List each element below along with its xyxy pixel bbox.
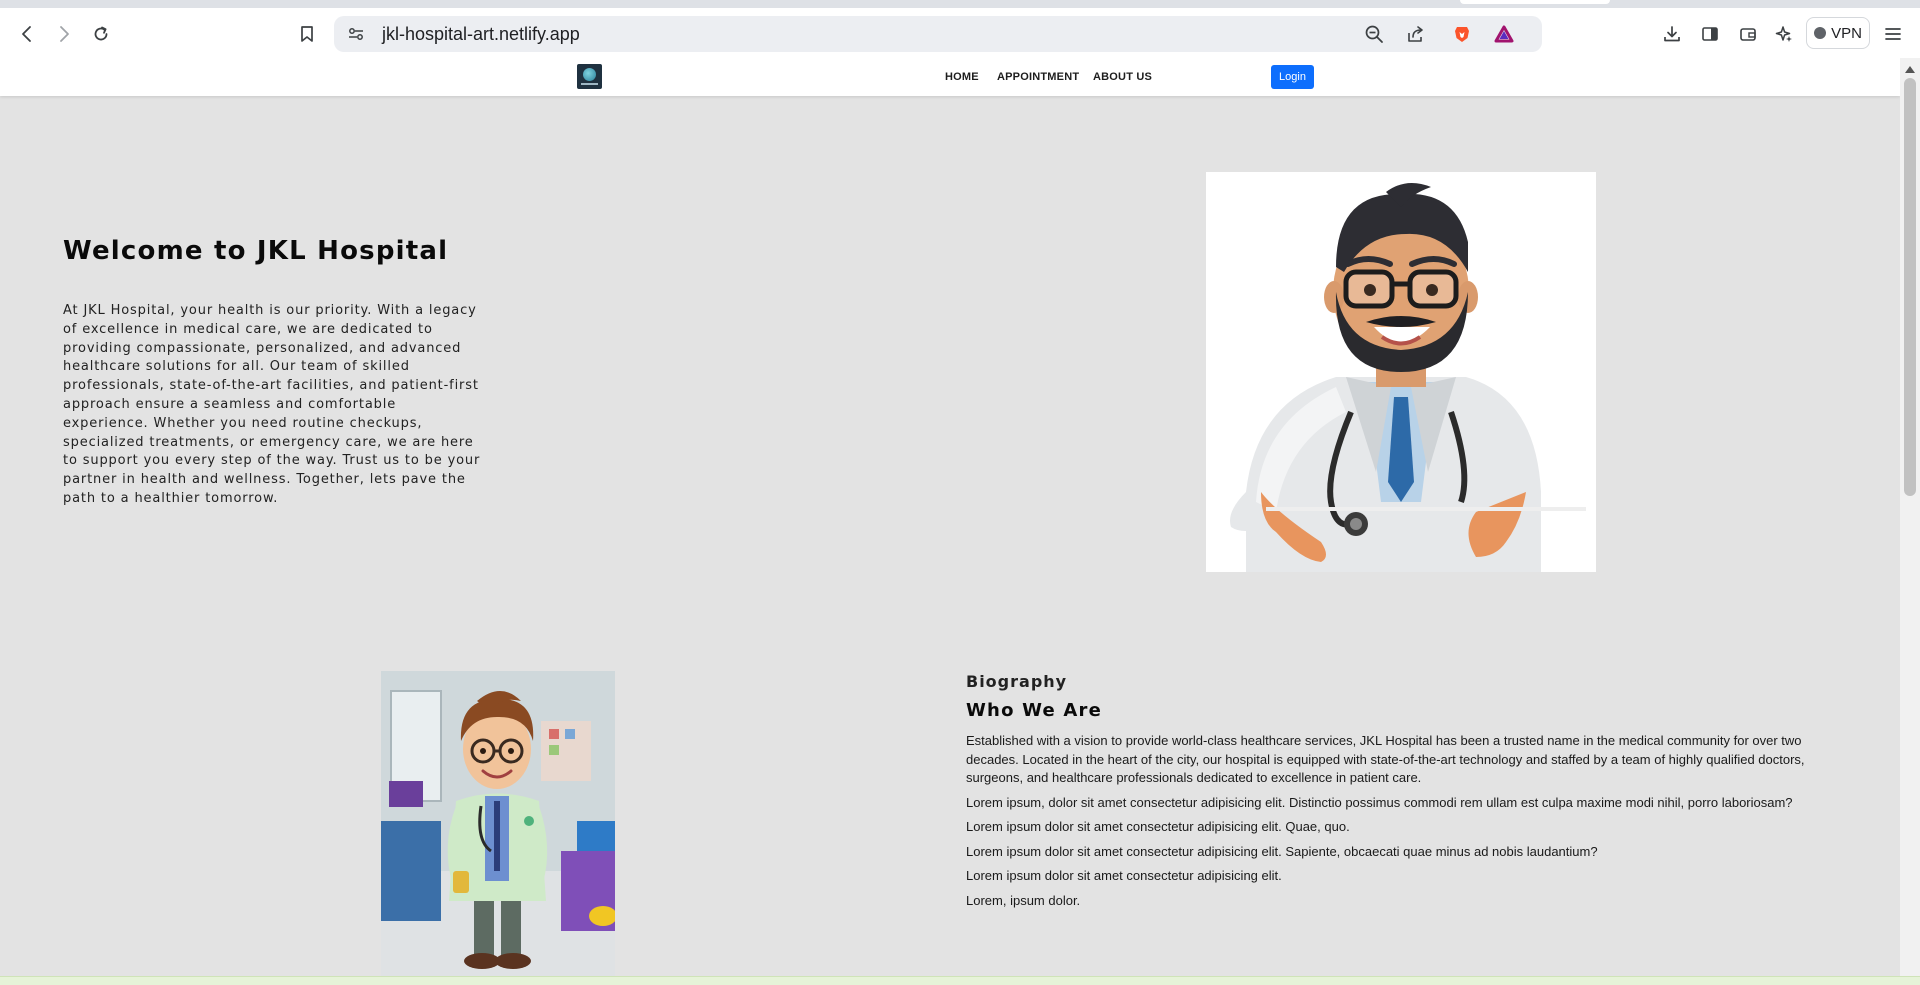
bookmark-icon[interactable] (294, 21, 320, 47)
leo-ai-icon[interactable] (1771, 21, 1797, 47)
biography-paragraph: Lorem ipsum dolor sit amet consectetur a… (966, 843, 1598, 859)
biography-paragraph: Established with a vision to provide wor… (966, 733, 1805, 785)
active-tab-edge[interactable] (1460, 0, 1610, 4)
biography-body: Established with a vision to provide wor… (966, 732, 1834, 916)
biography-heading: Who We Are (966, 700, 1103, 721)
page-scrollbar[interactable] (1900, 58, 1920, 976)
reload-icon[interactable] (88, 21, 114, 47)
biography-paragraph: Lorem ipsum dolor sit amet consectetur a… (966, 868, 1282, 883)
scrollbar-thumb[interactable] (1904, 78, 1916, 496)
status-strip (0, 976, 1920, 985)
nav-link-about-us[interactable]: ABOUT US (1093, 58, 1152, 96)
hospital-logo[interactable] (577, 64, 602, 89)
hero-description: At JKL Hospital, your health is our prio… (63, 303, 481, 506)
forward-arrow-icon[interactable] (51, 21, 77, 47)
nav-link-home[interactable]: HOME (945, 58, 979, 96)
brave-rewards-triangle-icon[interactable] (1494, 24, 1514, 44)
address-bar[interactable]: jkl-hospital-art.netlify.app (334, 16, 1542, 52)
zoom-out-icon[interactable] (1364, 24, 1384, 44)
share-icon[interactable] (1406, 24, 1426, 44)
vpn-button[interactable]: VPN (1806, 17, 1870, 49)
url-text[interactable]: jkl-hospital-art.netlify.app (382, 16, 580, 52)
doctor-illustration-pointing (1206, 172, 1596, 572)
page-viewport: HOME APPOINTMENT ABOUT US Login Welcome … (0, 58, 1900, 976)
download-icon[interactable] (1659, 21, 1685, 47)
hero-title: Welcome to JKL Hospital (63, 236, 449, 266)
back-arrow-icon[interactable] (14, 21, 40, 47)
biography-paragraph: Lorem ipsum dolor sit amet consectetur a… (966, 819, 1350, 834)
site-settings-icon[interactable] (346, 24, 366, 44)
vpn-status-icon (1814, 27, 1827, 39)
biography-paragraph: Lorem ipsum, dolor sit amet consectetur … (966, 794, 1793, 810)
site-navbar: HOME APPOINTMENT ABOUT US Login (0, 58, 1900, 96)
vpn-label: VPN (1831, 24, 1862, 42)
tab-strip (0, 0, 1920, 8)
logo-wordmark (581, 83, 598, 85)
wallet-icon[interactable] (1735, 21, 1761, 47)
biography-paragraph: Lorem, ipsum dolor. (966, 892, 1081, 908)
brave-lion-icon[interactable] (1452, 24, 1472, 44)
sidebar-icon[interactable] (1697, 21, 1723, 47)
hamburger-menu-icon[interactable] (1880, 21, 1906, 47)
doctor-illustration-standing (381, 671, 615, 976)
logo-globe-icon (583, 68, 596, 81)
browser-toolbar: jkl-hospital-art.netlify.app VPN (0, 8, 1920, 58)
nav-link-appointment[interactable]: APPOINTMENT (997, 58, 1079, 96)
scroll-up-arrow-icon[interactable] (1905, 66, 1915, 73)
biography-eyebrow: Biography (966, 672, 1068, 691)
login-button[interactable]: Login (1271, 65, 1314, 89)
